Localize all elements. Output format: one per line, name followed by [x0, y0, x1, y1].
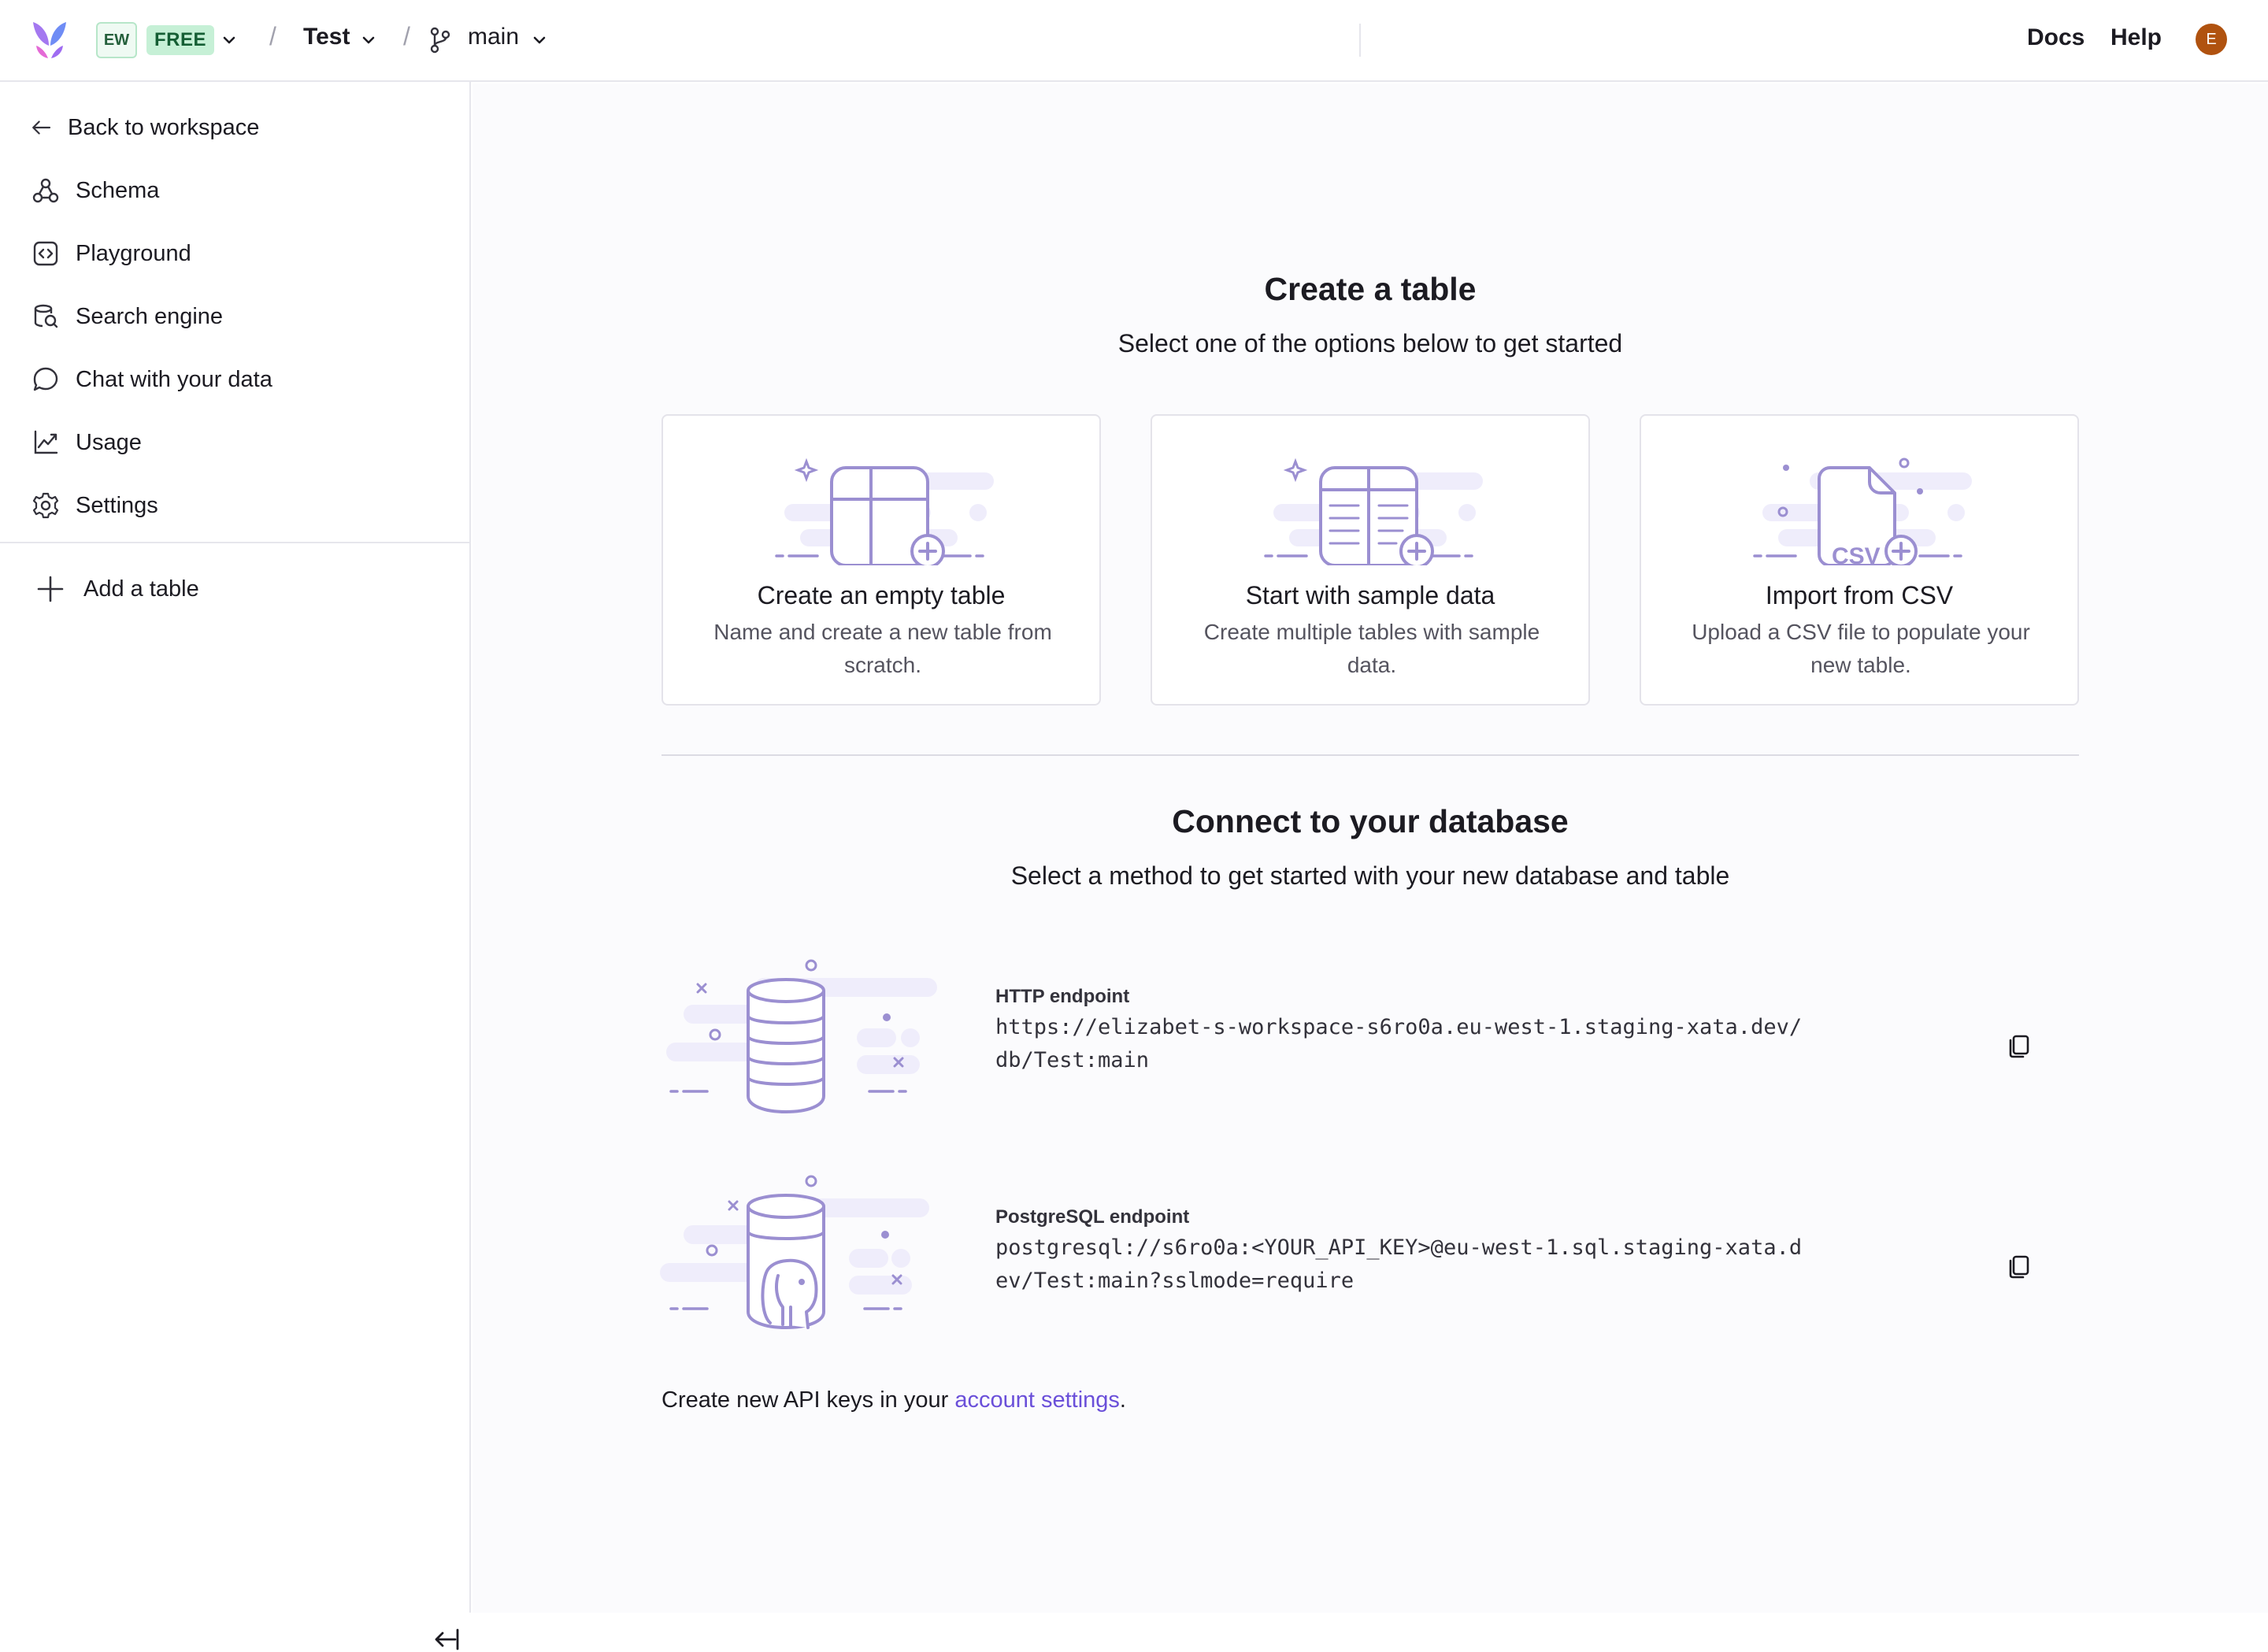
api-keys-note-prefix: Create new API keys in your: [662, 1387, 955, 1413]
git-branch-icon: [430, 27, 450, 54]
connect-database-title: Connect to your database: [1172, 803, 1569, 839]
top-divider: [1359, 24, 1361, 57]
sidebar-item-label: Settings: [76, 492, 158, 518]
sidebar-item-settings[interactable]: Settings: [32, 483, 441, 528]
sample-data-illustration-icon: [1264, 457, 1483, 565]
gear-icon: [32, 492, 59, 519]
add-table-button[interactable]: Add a table: [36, 567, 446, 611]
account-settings-link[interactable]: account settings: [954, 1387, 1120, 1413]
plan-badge: FREE: [146, 25, 215, 55]
card-description: Name and create a new table from scratch…: [713, 620, 1052, 677]
sidebar-item-label: Schema: [76, 177, 160, 203]
sidebar-item-label: Usage: [76, 429, 142, 455]
sample-data-card[interactable]: Start with sample data Create multiple t…: [1151, 414, 1590, 706]
breadcrumb-separator: /: [269, 22, 276, 50]
plus-icon: [37, 576, 64, 602]
create-empty-table-card[interactable]: Create an empty table Name and create a …: [662, 414, 1101, 706]
sidebar-item-label: Search engine: [76, 303, 224, 329]
http-endpoint-url[interactable]: https://elizabet-s-workspace-s6ro0a.eu-w…: [995, 1011, 1814, 1077]
copy-http-endpoint-icon[interactable]: [2005, 1032, 2033, 1060]
docs-link[interactable]: Docs: [2027, 24, 2085, 51]
breadcrumb-separator: /: [403, 22, 410, 50]
search-database-icon: [34, 304, 58, 328]
workspace-avatar[interactable]: EW: [96, 22, 137, 58]
chevron-down-icon[interactable]: [360, 31, 377, 49]
csv-file-illustration-icon: CSV: [1753, 457, 1972, 565]
chevron-down-icon[interactable]: [531, 31, 548, 49]
empty-table-illustration-icon: [775, 457, 994, 565]
sidebar-divider: [0, 542, 469, 543]
help-link[interactable]: Help: [2110, 24, 2162, 51]
top-bar: EW FREE / Test / main Docs Help E: [0, 0, 2268, 82]
card-description: Create multiple tables with sample data.: [1203, 620, 1540, 677]
sidebar: Back to workspace Schema Playground Sear…: [0, 82, 471, 1650]
user-avatar[interactable]: E: [2196, 24, 2227, 55]
back-to-workspace-link[interactable]: Back to workspace: [30, 106, 439, 150]
xata-logo-icon[interactable]: [30, 19, 69, 60]
sidebar-item-schema[interactable]: Schema: [32, 169, 441, 213]
schema-icon: [32, 178, 59, 203]
card-title: Start with sample data: [1245, 581, 1495, 609]
collapse-sidebar-icon[interactable]: [432, 1627, 460, 1652]
create-table-title: Create a table: [1264, 271, 1477, 307]
api-keys-note-suffix: .: [1119, 1387, 1126, 1413]
sidebar-item-label: Chat with your data: [76, 366, 272, 392]
database-illustration-icon: [666, 959, 937, 1114]
sidebar-item-search-engine[interactable]: Search engine: [32, 294, 441, 339]
chat-icon: [33, 367, 58, 391]
postgresql-endpoint-url[interactable]: postgresql://s6ro0a:<YOUR_API_KEY>@eu-we…: [995, 1232, 1814, 1298]
card-title: Create an empty table: [757, 581, 1006, 609]
card-description: Upload a CSV file to populate your new t…: [1692, 620, 2030, 677]
sidebar-item-chat[interactable]: Chat with your data: [32, 357, 441, 402]
chevron-down-icon[interactable]: [220, 31, 238, 49]
copy-postgresql-endpoint-icon[interactable]: [2005, 1252, 2033, 1280]
connect-database-subtitle: Select a method to get started with your…: [1010, 861, 1730, 890]
http-endpoint-label: HTTP endpoint: [995, 986, 1130, 1007]
sidebar-item-label: Playground: [76, 240, 191, 266]
api-keys-note: Create new API keys in your account sett…: [662, 1387, 1126, 1413]
add-table-label: Add a table: [83, 576, 199, 602]
card-title: Import from CSV: [1765, 581, 1954, 609]
arrow-left-icon: [32, 120, 51, 135]
section-divider: [662, 754, 2079, 756]
main-content: Create a table Select one of the options…: [472, 83, 2268, 1613]
import-csv-card[interactable]: CSV Import from CSV Upload a CSV file to…: [1640, 414, 2079, 706]
postgresql-elephant-illustration-icon: [660, 1175, 929, 1330]
code-icon: [33, 241, 58, 266]
database-selector[interactable]: Test: [303, 24, 350, 50]
postgresql-endpoint-label: PostgreSQL endpoint: [995, 1206, 1190, 1228]
branch-selector[interactable]: main: [468, 24, 519, 50]
chart-icon: [34, 430, 58, 454]
sidebar-item-usage[interactable]: Usage: [32, 420, 441, 465]
back-to-workspace-label: Back to workspace: [68, 114, 260, 140]
sidebar-item-playground[interactable]: Playground: [32, 232, 441, 276]
create-table-subtitle: Select one of the options below to get s…: [1117, 329, 1623, 357]
csv-badge-text: CSV: [1832, 543, 1881, 565]
